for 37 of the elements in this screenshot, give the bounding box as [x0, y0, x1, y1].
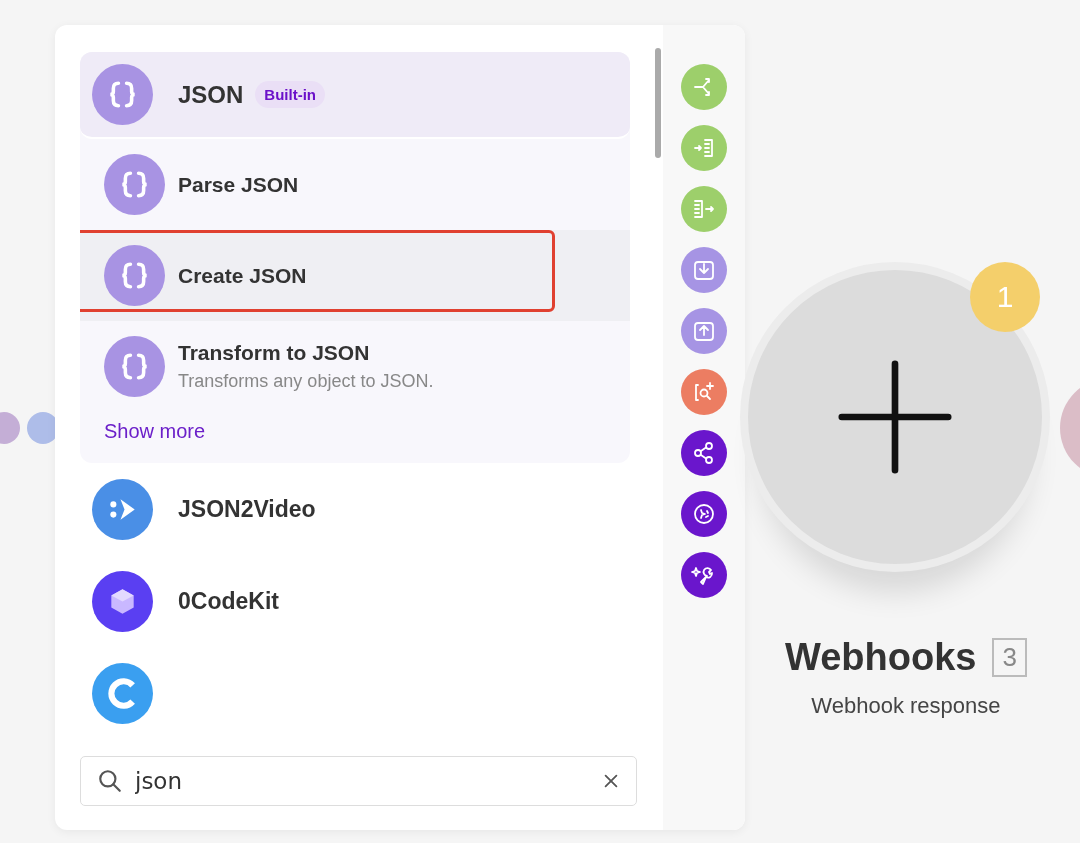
sparkle-icon[interactable] — [681, 491, 727, 537]
braces-icon — [104, 336, 165, 397]
upload-icon[interactable] — [681, 308, 727, 354]
module-name: Parse JSON — [178, 172, 299, 197]
show-more-link[interactable]: Show more — [104, 420, 206, 443]
braces-icon — [104, 245, 165, 306]
module-description: Transforms any object to JSON. — [178, 371, 434, 392]
router-icon[interactable] — [681, 64, 727, 110]
module-name: Create JSON — [178, 263, 307, 288]
iterator-icon[interactable] — [681, 125, 727, 171]
app-item[interactable]: JSON2Video — [80, 463, 630, 555]
download-icon[interactable] — [681, 247, 727, 293]
wrench-icon[interactable] — [681, 552, 727, 598]
search-icon — [97, 768, 123, 794]
app-item[interactable]: 0CodeKit — [80, 555, 630, 647]
scrollbar[interactable] — [655, 48, 661, 158]
share-icon[interactable] — [681, 430, 727, 476]
app-name: 0CodeKit — [178, 587, 279, 615]
module-item[interactable]: Parse JSON — [80, 139, 630, 230]
search-field[interactable]: json — [80, 756, 637, 806]
app-header[interactable]: JSON Built-in — [80, 52, 630, 139]
module-subtitle: Webhook response — [811, 693, 1001, 719]
app-name: JSON2Video — [178, 495, 316, 523]
count-badge: 1 — [970, 262, 1040, 332]
clear-icon[interactable] — [602, 772, 620, 790]
module-name: Transform to JSON — [178, 341, 371, 365]
aggregator-icon[interactable] — [681, 186, 727, 232]
app-name: JSON — [178, 80, 244, 109]
module-item[interactable]: Create JSON — [80, 230, 630, 321]
braces-icon — [104, 154, 165, 215]
search-icon[interactable] — [681, 369, 727, 415]
built-in-badge: Built-in — [255, 81, 325, 108]
plus-icon — [838, 360, 952, 474]
module-item[interactable]: Transform to JSON Transforms any object to JSON. — [80, 321, 630, 412]
module-title: Webhooks — [785, 636, 977, 679]
module-number: 3 — [992, 638, 1027, 677]
braces-icon — [92, 64, 153, 125]
